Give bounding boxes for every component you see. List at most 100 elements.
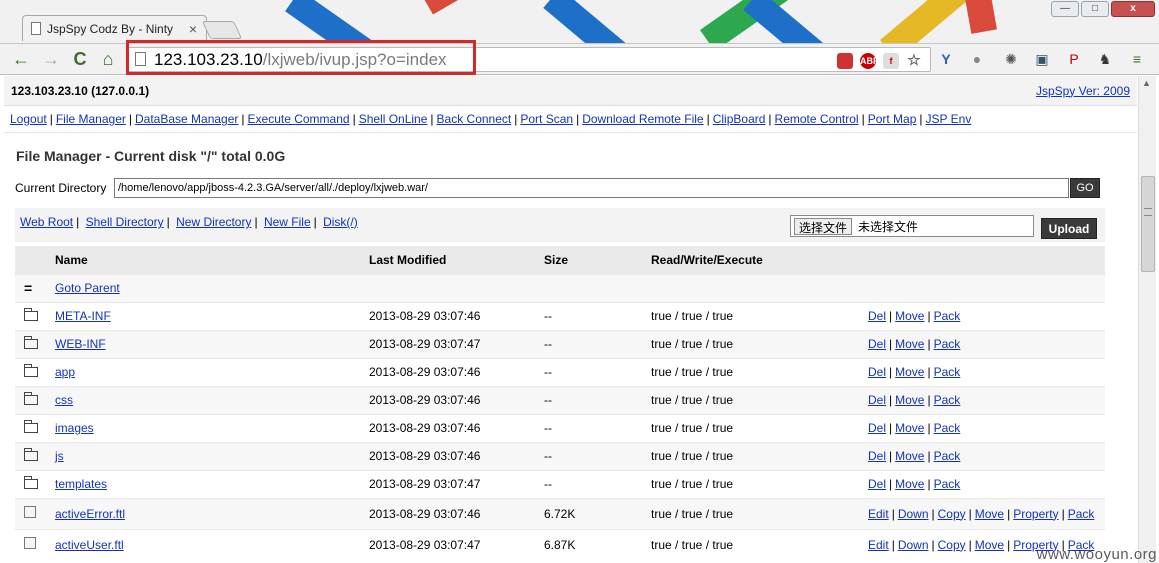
rwx-cell: true / true / true: [651, 469, 868, 498]
file-name-link[interactable]: activeUser.ftl: [55, 538, 124, 552]
edit-action-link[interactable]: Edit: [868, 507, 889, 521]
maximize-button[interactable]: □: [1081, 1, 1109, 17]
flash-icon[interactable]: f: [883, 53, 899, 69]
actions-cell: Del | Move | Pack: [868, 385, 1105, 414]
del-action-link[interactable]: Del: [868, 309, 886, 323]
move-action-link[interactable]: Move: [895, 365, 924, 379]
new-file-link[interactable]: New File: [264, 215, 311, 229]
del-action-link[interactable]: Del: [868, 421, 886, 435]
browser-tab[interactable]: JspSpy Codz By - Ninty ×: [22, 15, 207, 41]
pack-action-link[interactable]: Pack: [934, 393, 961, 407]
del-action-link[interactable]: Del: [868, 477, 886, 491]
move-action-link[interactable]: Move: [975, 507, 1004, 521]
close-window-button[interactable]: x: [1111, 1, 1155, 17]
pack-action-link[interactable]: Pack: [934, 477, 961, 491]
file-checkbox[interactable]: [24, 537, 36, 550]
move-action-link[interactable]: Move: [895, 421, 924, 435]
size-cell: --: [544, 385, 651, 414]
pack-action-link[interactable]: Pack: [934, 421, 961, 435]
pack-action-link[interactable]: Pack: [934, 449, 961, 463]
folder-name-link[interactable]: js: [55, 449, 64, 463]
del-action-link[interactable]: Del: [868, 337, 886, 351]
pack-action-link[interactable]: Pack: [934, 337, 961, 351]
pack-action-link[interactable]: Pack: [934, 365, 961, 379]
back-icon[interactable]: ←: [10, 48, 32, 70]
page-header: 123.103.23.10 (127.0.0.1) JspSpy Ver: 20…: [4, 76, 1137, 106]
pinterest-icon[interactable]: P: [1065, 50, 1083, 68]
header-actions: [868, 246, 1105, 274]
del-action-link[interactable]: Del: [868, 365, 886, 379]
folder-name-link[interactable]: WEB-INF: [55, 337, 106, 351]
gear-icon[interactable]: ✺: [1002, 50, 1020, 68]
nav-execute-command[interactable]: Execute Command: [248, 112, 350, 126]
go-button[interactable]: GO: [1070, 178, 1100, 198]
stop-icon[interactable]: [837, 53, 853, 69]
copy-action-link[interactable]: Copy: [938, 538, 966, 552]
file-upload-field[interactable]: 选择文件 未选择文件: [790, 215, 1034, 237]
minimize-button[interactable]: —: [1051, 1, 1079, 17]
evernote-icon[interactable]: ♞: [1096, 50, 1114, 68]
nav-port-map[interactable]: Port Map: [868, 112, 917, 126]
edit-action-link[interactable]: Edit: [868, 538, 889, 552]
nav-back-connect[interactable]: Back Connect: [437, 112, 512, 126]
url-text[interactable]: 123.103.23.10/lxjweb/ivup.jsp?o=index: [154, 50, 447, 70]
scrollbar-thumb[interactable]: [1141, 176, 1155, 272]
move-action-link[interactable]: Move: [975, 538, 1004, 552]
move-action-link[interactable]: Move: [895, 393, 924, 407]
nav-jsp-env[interactable]: JSP Env: [926, 112, 972, 126]
down-action-link[interactable]: Down: [898, 507, 929, 521]
folder-name-link[interactable]: templates: [55, 477, 107, 491]
shell-directory-link[interactable]: Shell Directory: [86, 215, 164, 229]
forward-icon[interactable]: →: [40, 48, 62, 70]
separator: |: [889, 421, 893, 435]
nav-shell-online[interactable]: Shell OnLine: [359, 112, 428, 126]
nav-file-manager[interactable]: File Manager: [56, 112, 126, 126]
nav-database-manager[interactable]: DataBase Manager: [135, 112, 238, 126]
nav-clipboard[interactable]: ClipBoard: [713, 112, 766, 126]
folder-name-link[interactable]: META-INF: [55, 309, 111, 323]
address-bar[interactable]: 123.103.23.10/lxjweb/ivup.jsp?o=index AB…: [126, 47, 931, 72]
folder-name-link[interactable]: app: [55, 365, 75, 379]
pack-action-link[interactable]: Pack: [1068, 507, 1095, 521]
scroll-up-icon[interactable]: ▲: [1142, 78, 1151, 88]
new-directory-link[interactable]: New Directory: [176, 215, 251, 229]
folder-name-link[interactable]: images: [55, 421, 94, 435]
globe-icon[interactable]: ●: [968, 50, 986, 68]
yandex-icon[interactable]: Y: [937, 50, 955, 68]
table-row: app 2013-08-29 03:07:46 -- true / true / tr…: [15, 357, 1105, 386]
current-directory-input[interactable]: [114, 178, 1069, 198]
down-action-link[interactable]: Down: [898, 538, 929, 552]
choose-file-button[interactable]: 选择文件: [794, 217, 853, 235]
nav-port-scan[interactable]: Port Scan: [520, 112, 573, 126]
star-icon[interactable]: ☆: [906, 53, 922, 69]
scrollbar[interactable]: ▲: [1138, 76, 1156, 563]
del-action-link[interactable]: Del: [868, 449, 886, 463]
move-action-link[interactable]: Move: [895, 309, 924, 323]
home-icon[interactable]: ⌂: [97, 48, 119, 70]
web-root-link[interactable]: Web Root: [20, 215, 73, 229]
pack-action-link[interactable]: Pack: [934, 309, 961, 323]
move-action-link[interactable]: Move: [895, 337, 924, 351]
del-action-link[interactable]: Del: [868, 393, 886, 407]
file-checkbox[interactable]: [24, 506, 36, 518]
goto-parent-link[interactable]: Goto Parent: [55, 281, 120, 295]
nav-remote-control[interactable]: Remote Control: [775, 112, 859, 126]
folder-name-link[interactable]: css: [55, 393, 73, 407]
move-action-link[interactable]: Move: [895, 477, 924, 491]
adblock-icon[interactable]: ABP: [860, 53, 879, 69]
new-tab-button[interactable]: [201, 21, 243, 39]
separator: |: [891, 506, 895, 521]
property-action-link[interactable]: Property: [1013, 507, 1058, 521]
nav-logout[interactable]: Logout: [10, 112, 47, 126]
reload-icon[interactable]: C: [69, 48, 91, 70]
file-name-link[interactable]: activeError.ftl: [55, 507, 125, 521]
move-action-link[interactable]: Move: [895, 449, 924, 463]
copy-action-link[interactable]: Copy: [938, 507, 966, 521]
upload-button[interactable]: Upload: [1041, 218, 1097, 239]
tab-close-icon[interactable]: ×: [186, 21, 200, 37]
translate-icon[interactable]: ▣: [1033, 50, 1051, 68]
nav-download-remote-file[interactable]: Download Remote File: [582, 112, 703, 126]
version-link[interactable]: JspSpy Ver: 2009: [1036, 84, 1130, 98]
disk-link[interactable]: Disk(/): [323, 215, 358, 229]
menu-icon[interactable]: ≡: [1128, 50, 1146, 68]
